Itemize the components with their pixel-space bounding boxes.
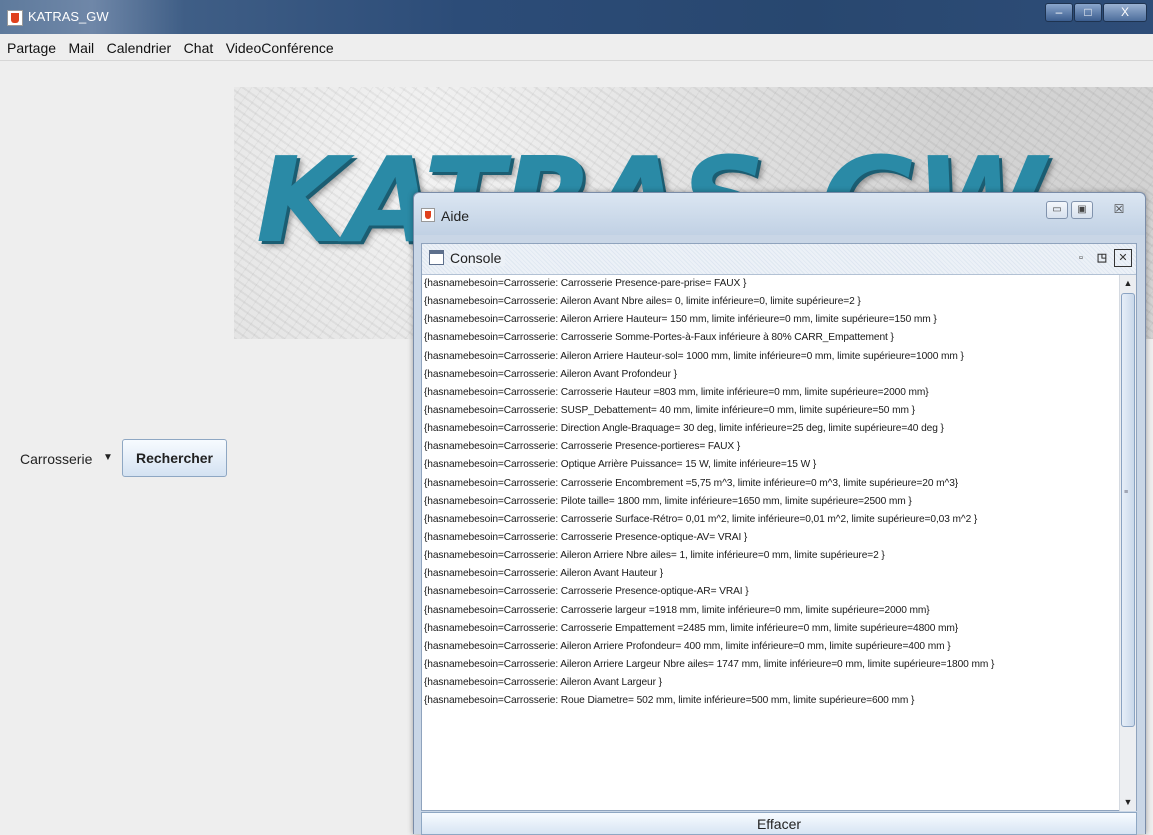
window-controls: – □ X [1044,3,1147,22]
main-window-titlebar[interactable]: KATRAS_GW – □ X [0,0,1153,34]
log-line: {hasnamebesoin=Carrosserie: SUSP_Debatte… [424,404,915,416]
log-line: {hasnamebesoin=Carrosserie: Carrosserie … [424,332,894,344]
grip-icon: ≡ [1124,489,1129,496]
log-line: {hasnamebesoin=Carrosserie: Aileron Arri… [424,640,951,652]
clear-button[interactable]: Effacer [421,812,1137,835]
log-line: {hasnamebesoin=Carrosserie: Pilote taill… [424,495,912,507]
minimize-button[interactable]: – [1045,3,1073,22]
close-icon[interactable]: ✕ [1114,249,1132,267]
log-line: {hasnamebesoin=Carrosserie: Direction An… [424,423,944,435]
log-line: {hasnamebesoin=Carrosserie: Carrosserie … [424,278,747,289]
java-app-icon [421,208,435,222]
aide-dialog-titlebar[interactable]: Aide ▭ ▣ ☒ [414,193,1145,235]
log-line: {hasnamebesoin=Carrosserie: Carrosserie … [424,513,978,525]
log-line: {hasnamebesoin=Carrosserie: Aileron Avan… [424,296,861,308]
scrollbar-thumb[interactable] [1121,293,1135,727]
search-button[interactable]: Rechercher [122,439,227,477]
menu-bar: Partage Mail Calendrier Chat VideoConfér… [0,34,1153,61]
log-line: {hasnamebesoin=Carrosserie: Carrosserie … [424,477,959,489]
console-internal-frame: Console ▫ ◳ ✕ {hasnamebesoin=Carrosserie… [421,243,1137,811]
aide-dialog: Aide ▭ ▣ ☒ Console ▫ ◳ ✕ {hasnamebesoin=… [413,192,1146,835]
log-line: {hasnamebesoin=Carrosserie: Carrosserie … [424,531,748,543]
log-line: {hasnamebesoin=Carrosserie: Aileron Arri… [424,350,964,362]
category-dropdown[interactable]: Carrosserie ▼ [15,443,117,475]
console-title: Console [450,250,506,266]
log-line: {hasnamebesoin=Carrosserie: Aileron Arri… [424,314,937,326]
menu-chat[interactable]: Chat [180,34,218,56]
close-button[interactable]: X [1103,3,1147,22]
java-app-icon [7,10,23,26]
maximize-icon[interactable]: ◳ [1093,249,1111,267]
iconify-icon[interactable]: ▫ [1072,249,1090,267]
console-log-area[interactable]: {hasnamebesoin=Carrosserie: Carrosserie … [422,275,1119,811]
aide-minimize-button[interactable]: ▭ [1046,201,1068,219]
console-frame-controls: ▫ ◳ ✕ [1069,249,1132,267]
log-line: {hasnamebesoin=Carrosserie: Carrosserie … [424,441,741,453]
log-line: {hasnamebesoin=Carrosserie: Carrosserie … [424,386,929,398]
log-line: {hasnamebesoin=Carrosserie: Carrosserie … [424,586,749,598]
menu-videoconference[interactable]: VideoConférence [222,34,338,56]
log-line: {hasnamebesoin=Carrosserie: Aileron Avan… [424,368,677,380]
log-line: {hasnamebesoin=Carrosserie: Roue Diametr… [424,695,915,707]
chevron-down-icon: ▼ [103,452,113,463]
console-titlebar[interactable]: Console ▫ ◳ ✕ [422,244,1136,275]
aide-dialog-title: Aide [441,208,470,224]
log-line: {hasnamebesoin=Carrosserie: Aileron Arri… [424,550,885,562]
log-line: {hasnamebesoin=Carrosserie: Aileron Arri… [424,658,995,670]
menu-mail[interactable]: Mail [65,34,99,56]
window-title: KATRAS_GW [28,9,109,24]
maximize-button[interactable]: □ [1074,3,1102,22]
aide-close-button[interactable]: ☒ [1099,201,1139,219]
aide-maximize-button[interactable]: ▣ [1071,201,1093,219]
menu-calendrier[interactable]: Calendrier [103,34,176,56]
log-line: {hasnamebesoin=Carrosserie: Aileron Avan… [424,677,662,689]
log-line: {hasnamebesoin=Carrosserie: Carrosserie … [424,622,959,634]
aide-dialog-controls: ▭ ▣ ☒ [1043,201,1139,219]
menu-partage[interactable]: Partage [0,34,60,56]
log-line: {hasnamebesoin=Carrosserie: Optique Arri… [424,459,817,471]
window-frame-icon [429,250,444,265]
log-line: {hasnamebesoin=Carrosserie: Aileron Avan… [424,568,664,580]
log-line: {hasnamebesoin=Carrosserie: Carrosserie … [424,604,930,616]
console-vertical-scrollbar[interactable]: ▲ ≡ ▼ [1119,275,1136,811]
scroll-down-arrow-icon[interactable]: ▼ [1120,794,1136,811]
category-dropdown-value: Carrosserie [20,451,93,467]
scroll-up-arrow-icon[interactable]: ▲ [1120,275,1136,292]
